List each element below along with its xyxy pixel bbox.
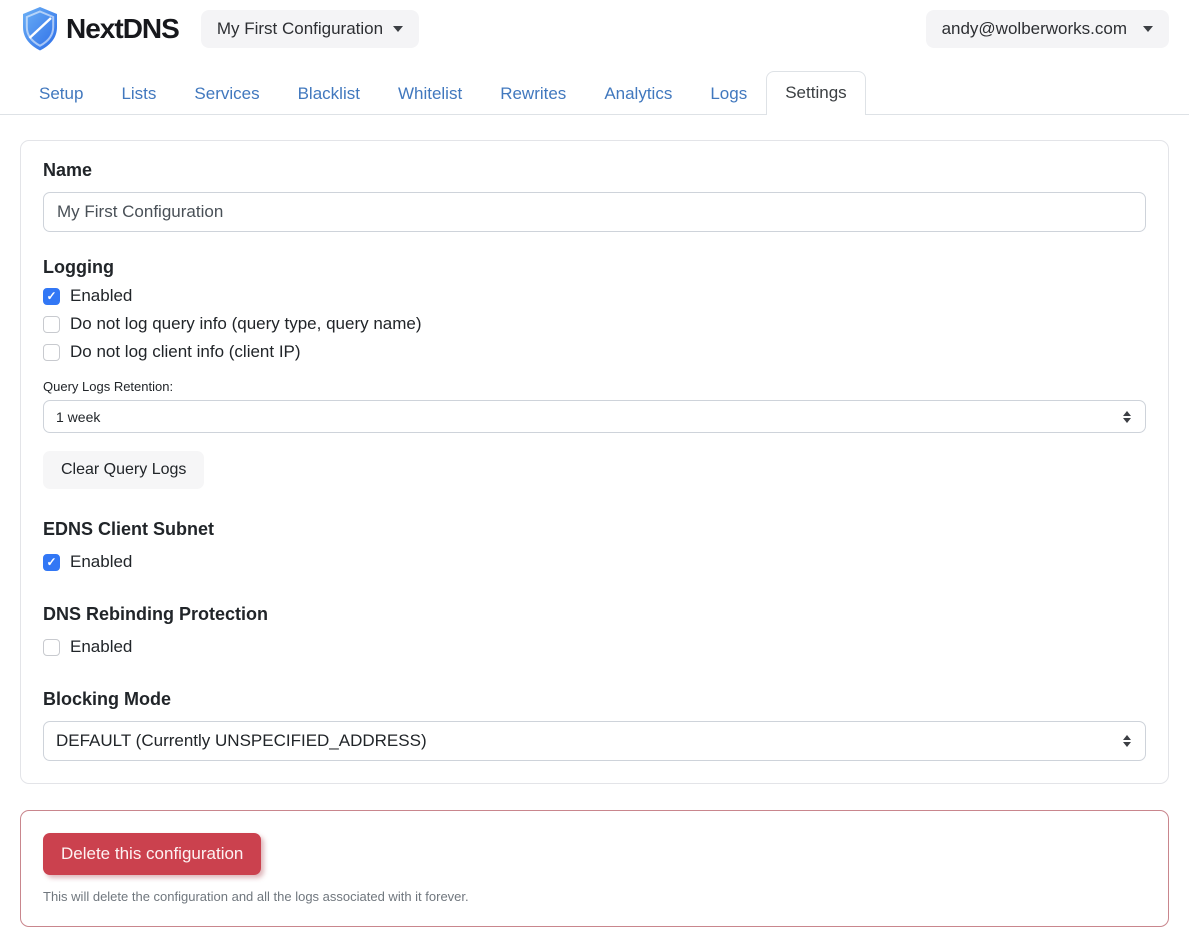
edns-enabled-row[interactable]: Enabled xyxy=(43,552,1146,572)
select-arrows-icon xyxy=(1123,735,1131,747)
no-query-info-checkbox[interactable] xyxy=(43,315,60,333)
delete-configuration-button[interactable]: Delete this configuration xyxy=(43,833,262,875)
chevron-down-icon xyxy=(393,26,404,32)
tab-blacklist[interactable]: Blacklist xyxy=(279,72,379,115)
blocking-mode-selected-value: DEFAULT (Currently UNSPECIFIED_ADDRESS) xyxy=(56,731,427,750)
app-header: NextDNS My First Configuration andy@wolb… xyxy=(0,0,1189,58)
chevron-down-icon xyxy=(1143,26,1153,32)
danger-zone-card: Delete this configuration This will dele… xyxy=(20,810,1169,927)
account-email-label: andy@wolberworks.com xyxy=(941,19,1127,38)
main-nav-tabs: Setup Lists Services Blacklist Whitelist… xyxy=(0,71,1189,115)
logging-enabled-label: Enabled xyxy=(70,286,133,305)
configuration-name-input[interactable] xyxy=(43,192,1146,232)
rebinding-heading: DNS Rebinding Protection xyxy=(43,604,268,624)
account-menu-button[interactable]: andy@wolberworks.com xyxy=(925,10,1169,48)
rebinding-enabled-label: Enabled xyxy=(70,637,133,656)
no-query-info-label: Do not log query info (query type, query… xyxy=(70,314,422,333)
tab-analytics[interactable]: Analytics xyxy=(585,72,691,115)
edns-enabled-label: Enabled xyxy=(70,552,133,571)
no-client-info-checkbox[interactable] xyxy=(43,343,60,361)
configuration-selector-label: My First Configuration xyxy=(216,19,384,38)
logging-enabled-checkbox[interactable] xyxy=(43,287,60,305)
tab-logs[interactable]: Logs xyxy=(691,72,766,115)
retention-select[interactable]: 1 week xyxy=(43,400,1146,433)
settings-card: Name Logging Enabled Do not log query in… xyxy=(20,140,1169,784)
select-arrows-icon xyxy=(1123,410,1131,423)
retention-label: Query Logs Retention: xyxy=(43,379,174,394)
configuration-selector-button[interactable]: My First Configuration xyxy=(200,10,420,48)
rebinding-enabled-row[interactable]: Enabled xyxy=(43,637,1146,657)
brand: NextDNS xyxy=(20,6,180,52)
blocking-mode-heading: Blocking Mode xyxy=(43,689,172,709)
blocking-mode-select[interactable]: DEFAULT (Currently UNSPECIFIED_ADDRESS) xyxy=(43,721,1146,761)
rebinding-enabled-checkbox[interactable] xyxy=(43,638,60,656)
no-query-info-row[interactable]: Do not log query info (query type, query… xyxy=(43,314,1146,334)
edns-enabled-checkbox[interactable] xyxy=(43,553,60,571)
clear-query-logs-button[interactable]: Clear Query Logs xyxy=(43,451,205,489)
tab-services[interactable]: Services xyxy=(175,72,278,115)
tab-lists[interactable]: Lists xyxy=(102,72,175,115)
tab-setup[interactable]: Setup xyxy=(20,72,102,115)
no-client-info-label: Do not log client info (client IP) xyxy=(70,342,301,361)
retention-selected-value: 1 week xyxy=(56,408,101,425)
name-heading: Name xyxy=(43,160,93,180)
tab-rewrites[interactable]: Rewrites xyxy=(481,72,585,115)
tab-whitelist[interactable]: Whitelist xyxy=(379,72,481,115)
logging-heading: Logging xyxy=(43,257,114,277)
brand-name: NextDNS xyxy=(66,13,180,44)
logging-enabled-row[interactable]: Enabled xyxy=(43,286,1146,306)
delete-warning-text: This will delete the configuration and a… xyxy=(43,889,469,904)
no-client-info-row[interactable]: Do not log client info (client IP) xyxy=(43,342,1146,362)
tab-settings[interactable]: Settings xyxy=(766,71,866,115)
edns-heading: EDNS Client Subnet xyxy=(43,519,215,539)
nextdns-shield-logo-icon xyxy=(20,6,60,52)
